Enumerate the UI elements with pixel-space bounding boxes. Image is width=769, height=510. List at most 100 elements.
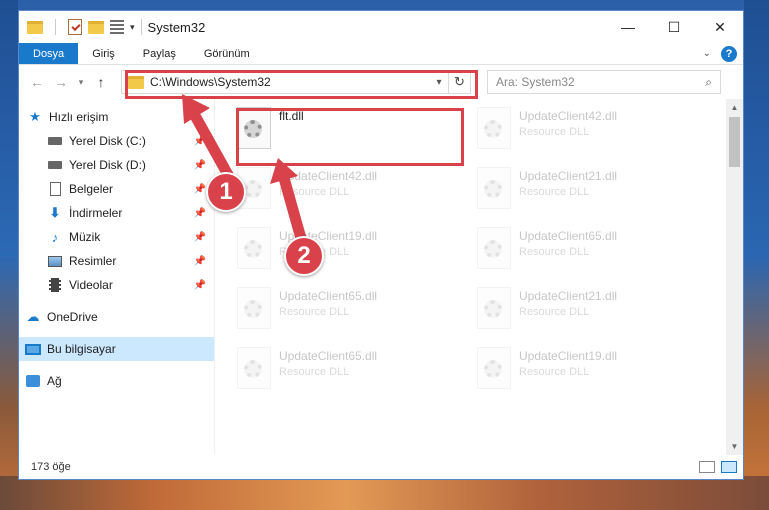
search-icon[interactable]: ⌕	[705, 75, 712, 90]
file-type: Resource DLL	[279, 366, 350, 378]
dll-file-icon	[477, 287, 511, 329]
music-icon: ♪	[51, 229, 59, 245]
file-item[interactable]: UpdateClient42.dll Resource DLL	[237, 167, 477, 227]
cloud-icon: ☁	[26, 309, 40, 324]
dll-file-icon	[477, 227, 511, 269]
properties-check-icon[interactable]	[68, 19, 82, 35]
sidebar-item-music[interactable]: ♪ Müzik 📌	[19, 225, 214, 249]
step-2-badge: 2	[284, 236, 324, 276]
folder-icon	[27, 20, 43, 34]
file-item[interactable]: UpdateClient42.dll Resource DLL	[477, 107, 717, 167]
desktop-background-bottom	[0, 476, 769, 510]
scroll-down-icon[interactable]: ▼	[726, 438, 743, 455]
expand-ribbon-icon[interactable]: ⌄	[703, 48, 711, 59]
details-view-icon[interactable]	[699, 461, 715, 473]
star-icon: ★	[29, 109, 41, 124]
video-icon	[47, 277, 63, 293]
dll-file-icon	[477, 167, 511, 209]
file-item[interactable]: UpdateClient65.dll Resource DLL	[477, 227, 717, 287]
file-name: UpdateClient65.dll	[279, 289, 378, 303]
pin-icon: 📌	[193, 135, 206, 147]
sidebar-item-this-pc[interactable]: Bu bilgisayar	[19, 337, 214, 361]
sidebar-item-pictures[interactable]: Resimler 📌	[19, 249, 214, 273]
sidebar-item-label: Videolar	[69, 278, 113, 292]
network-icon	[25, 373, 41, 389]
scroll-up-icon[interactable]: ▲	[726, 99, 743, 116]
file-type: Resource DLL	[519, 306, 590, 318]
scroll-thumb[interactable]	[729, 117, 740, 167]
document-icon	[47, 181, 63, 197]
sidebar-item-downloads[interactable]: ⬇ İndirmeler 📌	[19, 201, 214, 225]
new-folder-icon[interactable]	[88, 20, 104, 34]
search-input[interactable]: Ara: System32 ⌕	[487, 70, 721, 94]
sidebar-item-label: OneDrive	[47, 310, 98, 324]
pin-icon: 📌	[193, 279, 206, 291]
file-item[interactable]: UpdateClient19.dll Resource DLL	[477, 347, 717, 407]
back-arrow-icon[interactable]: ←	[27, 74, 47, 90]
pictures-icon	[47, 253, 63, 269]
drive-icon	[47, 133, 63, 149]
help-icon[interactable]: ?	[721, 45, 737, 62]
sidebar-item-quick-access[interactable]: ★ Hızlı erişim	[19, 105, 214, 129]
file-type: Resource DLL	[279, 306, 350, 318]
pin-icon: 📌	[193, 207, 206, 219]
close-button[interactable]: ✕	[697, 11, 743, 43]
sidebar-item-label: Belgeler	[69, 182, 114, 196]
search-placeholder: Ara: System32	[496, 75, 575, 89]
customize-icon[interactable]	[110, 20, 124, 34]
file-item[interactable]: UpdateClient65.dll Resource DLL	[237, 347, 477, 407]
file-name: UpdateClient65.dll	[279, 349, 378, 363]
file-type: Resource DLL	[279, 186, 350, 198]
file-type: Resource DLL	[519, 186, 590, 198]
dll-file-icon	[237, 287, 271, 329]
computer-icon	[25, 341, 41, 357]
forward-arrow-icon[interactable]: →	[51, 74, 71, 90]
sidebar-item-network[interactable]: Ağ	[19, 369, 214, 393]
sidebar-item-videos[interactable]: Videolar 📌	[19, 273, 214, 297]
dll-file-icon	[477, 107, 511, 149]
dll-file-icon	[237, 347, 271, 389]
drive-icon	[47, 157, 63, 173]
file-item[interactable]: UpdateClient19.dll Resource DLL	[237, 227, 477, 287]
file-item[interactable]: UpdateClient21.dll Resource DLL	[477, 287, 717, 347]
file-item[interactable]: UpdateClient21.dll Resource DLL	[477, 167, 717, 227]
sidebar-item-onedrive[interactable]: ☁ OneDrive	[19, 305, 214, 329]
recent-locations-chevron-icon[interactable]: ▾	[75, 77, 87, 88]
tab-home[interactable]: Giriş	[78, 43, 129, 64]
tab-file[interactable]: Dosya	[19, 43, 79, 64]
chevron-down-icon[interactable]: ▾	[130, 22, 135, 33]
file-highlight	[236, 108, 464, 166]
address-bar-highlight	[125, 70, 478, 99]
maximize-button[interactable]: ☐	[651, 11, 697, 43]
tab-view[interactable]: Görünüm	[190, 43, 264, 64]
view-buttons	[699, 461, 737, 473]
window-title: System32	[147, 19, 206, 35]
sidebar-item-label: Hızlı erişim	[49, 110, 109, 124]
sidebar-item-label: Ağ	[47, 374, 62, 388]
desktop-background-right	[744, 0, 769, 510]
sidebar-item-label: Müzik	[69, 230, 101, 244]
file-name: UpdateClient21.dll	[519, 169, 618, 183]
large-icons-view-icon[interactable]	[721, 461, 737, 473]
file-type: Resource DLL	[519, 126, 590, 138]
minimize-button[interactable]: —	[605, 11, 651, 43]
sidebar-item-label: Bu bilgisayar	[47, 342, 116, 356]
tab-share[interactable]: Paylaş	[129, 43, 190, 64]
sidebar-item-documents[interactable]: Belgeler 📌	[19, 177, 214, 201]
file-name: UpdateClient19.dll	[519, 349, 618, 363]
file-type: Resource DLL	[519, 246, 590, 258]
status-bar: 173 öğe	[19, 455, 743, 479]
file-item[interactable]: UpdateClient65.dll Resource DLL	[237, 287, 477, 347]
ribbon-right: ⌄ ?	[703, 43, 743, 64]
vertical-scrollbar[interactable]: ▲ ▼	[726, 99, 743, 455]
file-name: UpdateClient42.dll	[279, 169, 378, 183]
navigation-pane: ★ Hızlı erişim Yerel Disk (C:) 📌 Yerel D…	[19, 99, 214, 455]
pin-icon: 📌	[193, 255, 206, 267]
ribbon-tabs: Dosya Giriş Paylaş Görünüm ⌄ ?	[19, 43, 743, 65]
step-1-badge: 1	[206, 172, 246, 212]
sidebar-item-local-disk-d[interactable]: Yerel Disk (D:) 📌	[19, 153, 214, 177]
up-arrow-icon[interactable]: ↑	[91, 74, 111, 90]
title-bar: ▾ System32 — ☐ ✕	[19, 11, 743, 43]
pin-icon: 📌	[193, 159, 206, 171]
sidebar-item-local-disk-c[interactable]: Yerel Disk (C:) 📌	[19, 129, 214, 153]
